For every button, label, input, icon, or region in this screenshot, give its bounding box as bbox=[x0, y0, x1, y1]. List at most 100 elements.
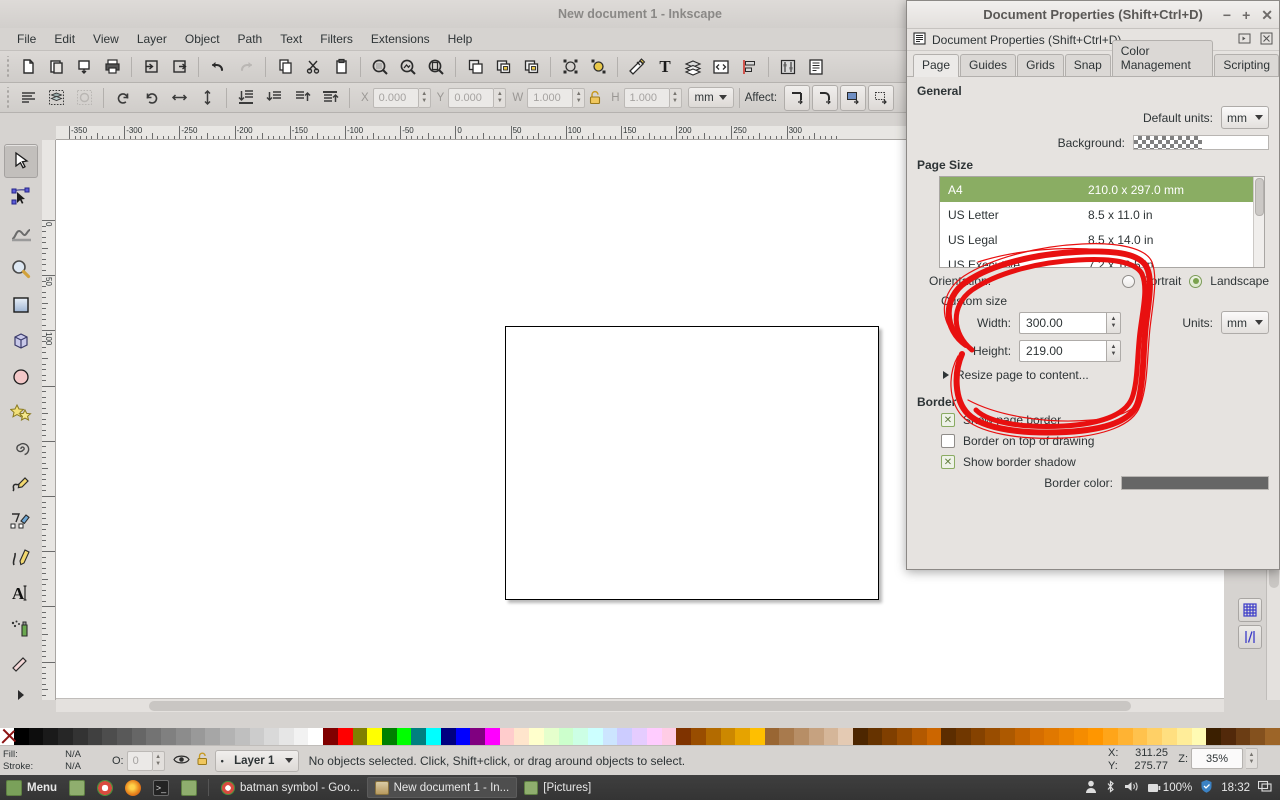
show-border-shadow-checkbox[interactable]: ✕ bbox=[941, 455, 955, 469]
color-swatch[interactable] bbox=[352, 728, 368, 745]
page-size-row-us-letter[interactable]: US Letter 8.5 x 11.0 in bbox=[940, 202, 1264, 227]
color-swatch[interactable] bbox=[470, 728, 485, 745]
border-on-top-checkbox[interactable] bbox=[941, 434, 955, 448]
update-shield-icon[interactable] bbox=[1200, 779, 1213, 796]
page-size-row-us-legal[interactable]: US Legal 8.5 x 14.0 in bbox=[940, 227, 1264, 252]
rotate-ccw-icon[interactable] bbox=[110, 85, 136, 111]
pencil-tool[interactable] bbox=[4, 468, 38, 502]
show-border-shadow-row[interactable]: ✕ Show border shadow bbox=[941, 455, 1269, 469]
menu-item-filters[interactable]: Filters bbox=[311, 29, 362, 49]
orientation-portrait-label[interactable]: Portrait bbox=[1143, 274, 1182, 288]
page-size-row-us-executive[interactable]: US Executive 7.2 x 10.5 in bbox=[940, 252, 1264, 268]
snap-grid-icon[interactable] bbox=[1238, 598, 1262, 622]
copy-icon[interactable] bbox=[272, 54, 298, 80]
preferences-icon[interactable] bbox=[775, 54, 801, 80]
zoom-spinner[interactable]: ▲ ▼ bbox=[1246, 748, 1258, 769]
spray-tool[interactable] bbox=[4, 612, 38, 646]
task-pictures[interactable]: [Pictures] bbox=[517, 777, 598, 798]
color-swatch[interactable] bbox=[1265, 728, 1280, 745]
color-swatch[interactable] bbox=[1073, 728, 1089, 745]
user-icon[interactable] bbox=[1085, 780, 1097, 796]
zoom-value[interactable]: 35% bbox=[1191, 748, 1243, 769]
y-field[interactable]: 0.000 ▲ ▼ bbox=[448, 87, 507, 108]
firefox-icon[interactable] bbox=[119, 776, 147, 799]
fill-value[interactable]: N/A bbox=[45, 749, 101, 761]
zoom-control[interactable]: Z: 35% ▲ ▼ bbox=[1178, 748, 1258, 769]
color-swatch[interactable] bbox=[426, 728, 441, 745]
border-color-swatch[interactable] bbox=[1121, 476, 1269, 490]
3d-box-tool[interactable] bbox=[4, 324, 38, 358]
battery-status[interactable]: 100% bbox=[1147, 782, 1192, 794]
color-swatch[interactable] bbox=[632, 728, 647, 745]
tab-grids[interactable]: Grids bbox=[1017, 54, 1064, 76]
color-swatch[interactable] bbox=[1147, 728, 1163, 745]
menu-item-path[interactable]: Path bbox=[229, 29, 272, 49]
vertical-ruler[interactable]: 0 50 100 bbox=[42, 140, 56, 700]
background-color-swatch[interactable] bbox=[1133, 135, 1269, 150]
show-page-border-row[interactable]: ✕ Show page border bbox=[941, 413, 1269, 427]
text-tool[interactable]: A bbox=[4, 576, 38, 610]
default-units-select[interactable]: mm bbox=[1221, 106, 1269, 129]
color-swatch[interactable] bbox=[1235, 728, 1251, 745]
flip-horizontal-icon[interactable] bbox=[166, 85, 192, 111]
page-size-list-scrollbar[interactable] bbox=[1253, 177, 1264, 267]
color-swatch[interactable] bbox=[823, 728, 839, 745]
task-batman-symbol[interactable]: batman symbol - Goo... bbox=[214, 777, 367, 798]
opacity-control[interactable]: O: 0 ▲ ▼ bbox=[112, 750, 165, 771]
cut-icon[interactable] bbox=[300, 54, 326, 80]
color-swatch[interactable] bbox=[190, 728, 206, 745]
lock-icon[interactable] bbox=[586, 85, 604, 111]
color-swatch[interactable] bbox=[175, 728, 191, 745]
text-and-font-icon[interactable]: T bbox=[652, 54, 678, 80]
zoom-tool[interactable] bbox=[4, 252, 38, 286]
chrome-icon[interactable] bbox=[91, 776, 119, 799]
affect-rounded-corners-icon[interactable] bbox=[812, 84, 839, 111]
more-tools-arrow[interactable] bbox=[4, 684, 38, 706]
import-icon[interactable] bbox=[138, 54, 164, 80]
tab-color-management[interactable]: Color Management bbox=[1111, 40, 1214, 76]
tab-snap[interactable]: Snap bbox=[1064, 54, 1111, 76]
menu-item-help[interactable]: Help bbox=[439, 29, 482, 49]
terminal-icon[interactable]: >_ bbox=[147, 776, 175, 799]
color-swatch[interactable] bbox=[440, 728, 456, 745]
color-palette[interactable] bbox=[0, 728, 1280, 745]
star-tool[interactable] bbox=[4, 396, 38, 430]
workspace-switcher-icon[interactable] bbox=[1257, 780, 1272, 795]
orientation-landscape-label[interactable]: Landscape bbox=[1210, 274, 1269, 288]
unlock-icon[interactable] bbox=[196, 752, 209, 769]
document-properties-icon[interactable] bbox=[803, 54, 829, 80]
color-swatch[interactable] bbox=[1000, 728, 1015, 745]
menu-item-extensions[interactable]: Extensions bbox=[362, 29, 439, 49]
color-swatch[interactable] bbox=[146, 728, 162, 745]
stroke-value[interactable]: N/A bbox=[45, 761, 101, 773]
color-swatch[interactable] bbox=[720, 728, 736, 745]
color-swatch[interactable] bbox=[367, 728, 382, 745]
color-swatch[interactable] bbox=[897, 728, 912, 745]
color-swatch[interactable] bbox=[705, 728, 721, 745]
toolbar-grip[interactable] bbox=[4, 55, 12, 78]
spiral-tool[interactable] bbox=[4, 432, 38, 466]
color-swatch[interactable] bbox=[852, 728, 868, 745]
new-document-icon[interactable] bbox=[15, 54, 41, 80]
color-swatch[interactable] bbox=[764, 728, 780, 745]
task-new-document-inkscape[interactable]: New document 1 - In... bbox=[366, 777, 518, 798]
duplicate-icon[interactable] bbox=[462, 54, 488, 80]
resize-page-to-content-expander[interactable]: Resize page to content... bbox=[943, 368, 1269, 382]
color-swatch[interactable] bbox=[1103, 728, 1118, 745]
tab-page[interactable]: Page bbox=[913, 54, 960, 77]
color-swatch[interactable] bbox=[264, 728, 279, 745]
color-swatch[interactable] bbox=[882, 728, 898, 745]
horizontal-scrollbar-thumb[interactable] bbox=[149, 701, 1131, 711]
color-swatch[interactable] bbox=[1176, 728, 1192, 745]
color-swatch[interactable] bbox=[1014, 728, 1030, 745]
x-field-spinner[interactable]: ▲ ▼ bbox=[418, 87, 431, 108]
toolbar-grip[interactable] bbox=[4, 86, 12, 109]
color-swatch[interactable] bbox=[543, 728, 559, 745]
color-swatch[interactable] bbox=[985, 728, 1001, 745]
page-size-list[interactable]: A4 210.0 x 297.0 mm US Letter 8.5 x 11.0… bbox=[939, 176, 1265, 268]
menu-button[interactable]: Menu bbox=[0, 776, 63, 799]
canvas-horizontal-scrollbar[interactable] bbox=[56, 698, 1224, 712]
menu-item-edit[interactable]: Edit bbox=[45, 29, 84, 49]
clock[interactable]: 18:32 bbox=[1221, 782, 1250, 794]
save-document-icon[interactable] bbox=[71, 54, 97, 80]
